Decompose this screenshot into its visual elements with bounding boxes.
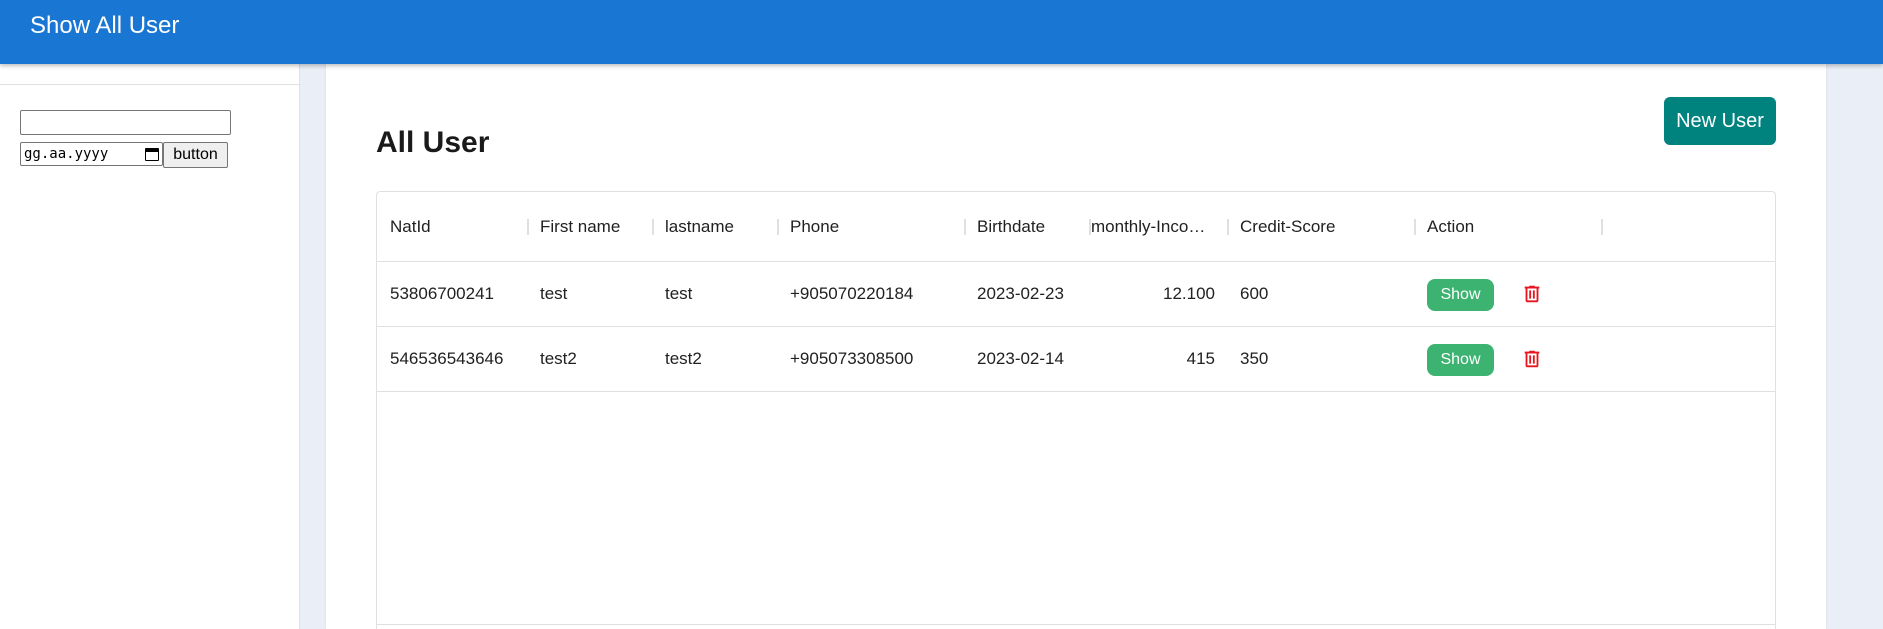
cell-birthdate: 2023-02-14 [977, 349, 1064, 368]
column-separator[interactable] [527, 219, 529, 235]
main-panel: All User New User NatId First name lastn… [326, 64, 1826, 629]
table-row[interactable]: 546536543646 test2 test2 +905073308500 2… [377, 327, 1775, 392]
app-bar: Show All User [0, 0, 1883, 64]
new-user-button[interactable]: New User [1664, 97, 1776, 145]
cell-natid: 53806700241 [390, 284, 495, 303]
date-placeholder: gg.aa.yyyy [24, 146, 109, 162]
table-footer-divider [377, 624, 1775, 625]
show-button[interactable]: Show [1427, 344, 1494, 376]
sidebar: gg.aa.yyyy button [0, 64, 300, 629]
page-title: All User [376, 126, 490, 159]
cell-monthly-income: 415 [1186, 349, 1215, 368]
column-separator[interactable] [1227, 219, 1229, 235]
column-header-lastname[interactable]: lastname [665, 192, 775, 262]
search-input[interactable] [20, 110, 231, 135]
column-header-credit-score[interactable]: Credit-Score [1240, 192, 1410, 262]
table-row[interactable]: 53806700241 test test +905070220184 2023… [377, 262, 1775, 327]
column-separator[interactable] [777, 219, 779, 235]
column-header-phone[interactable]: Phone [790, 192, 960, 262]
filter-button[interactable]: button [163, 142, 228, 168]
cell-credit-score: 600 [1240, 284, 1269, 303]
cell-credit-score: 350 [1240, 349, 1269, 368]
column-separator[interactable] [652, 219, 654, 235]
users-table: NatId First name lastname Phone Birthdat… [376, 191, 1776, 629]
cell-lastname: test2 [665, 349, 702, 368]
column-header-birthdate[interactable]: Birthdate [977, 192, 1077, 262]
column-header-monthly-income[interactable]: monthly-Inco… [1091, 192, 1215, 262]
sidebar-divider [0, 84, 299, 85]
column-header-first-name[interactable]: First name [540, 192, 650, 262]
cell-phone: +905070220184 [790, 284, 914, 303]
calendar-icon[interactable] [145, 147, 159, 161]
app-title: Show All User [30, 12, 180, 39]
show-button[interactable]: Show [1427, 279, 1494, 311]
column-header-natid[interactable]: NatId [390, 192, 520, 262]
cell-first-name: test [540, 284, 568, 303]
column-separator[interactable] [964, 219, 966, 235]
column-separator[interactable] [1414, 219, 1416, 235]
table-header: NatId First name lastname Phone Birthdat… [377, 192, 1775, 262]
cell-phone: +905073308500 [790, 349, 914, 368]
column-separator[interactable] [1601, 219, 1603, 235]
date-input[interactable]: gg.aa.yyyy [20, 142, 163, 166]
cell-lastname: test [665, 284, 693, 303]
column-header-action[interactable]: Action [1427, 192, 1597, 262]
trash-icon[interactable] [1521, 282, 1543, 306]
trash-icon[interactable] [1521, 347, 1543, 371]
cell-birthdate: 2023-02-23 [977, 284, 1064, 303]
cell-first-name: test2 [540, 349, 577, 368]
cell-natid: 546536543646 [390, 349, 504, 368]
cell-monthly-income: 12.100 [1163, 284, 1215, 303]
